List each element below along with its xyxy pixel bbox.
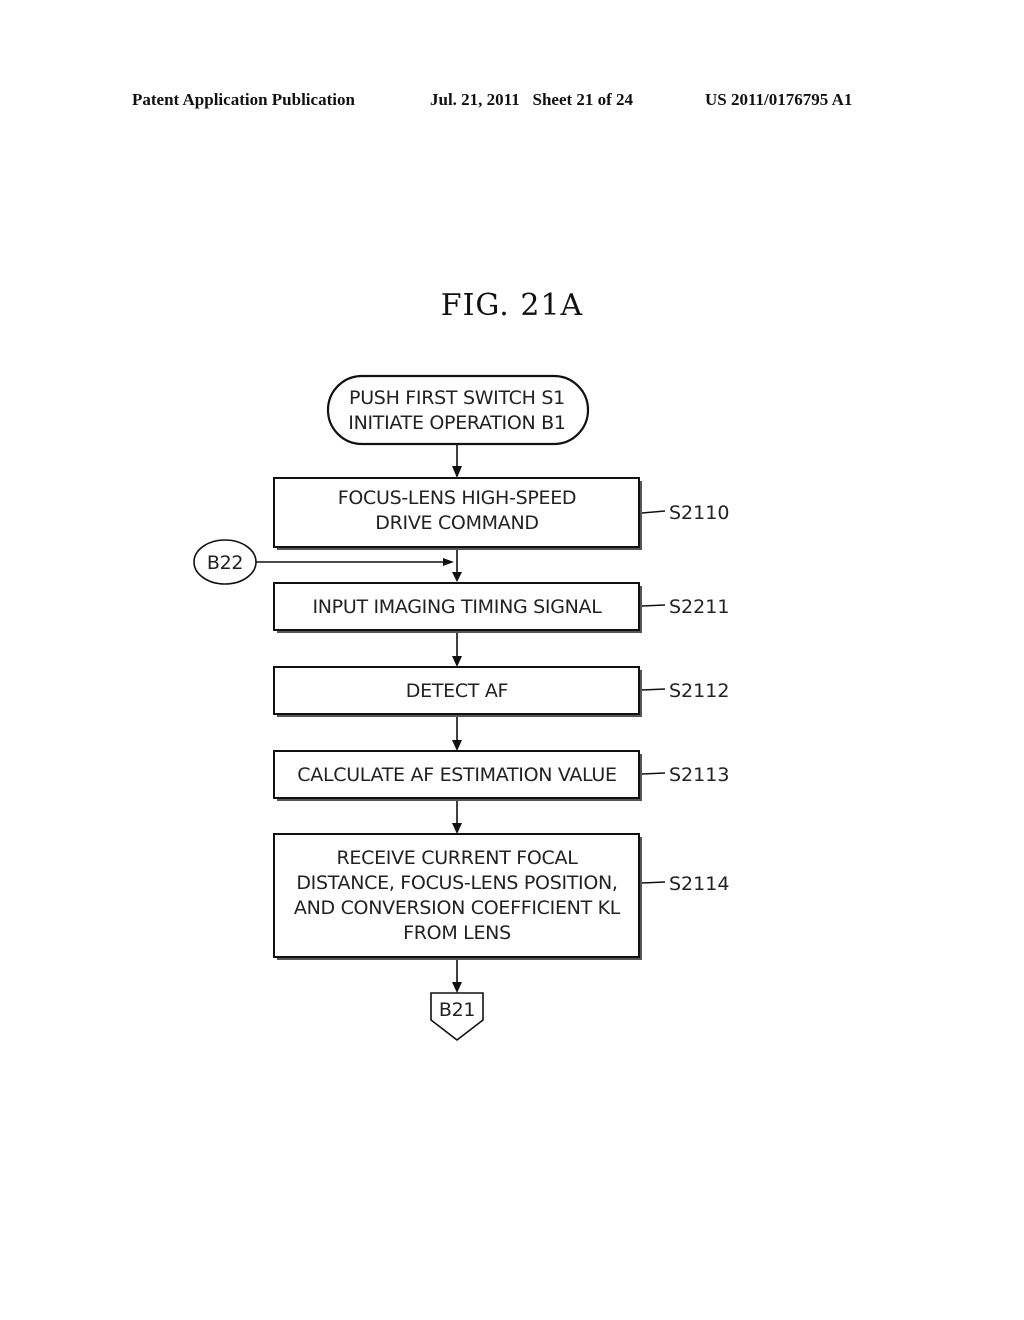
step-S2114-line-2: DISTANCE, FOCUS-LENS POSITION, [296,872,617,894]
arrow-head [452,466,462,478]
leader-line [641,772,666,775]
step-S2113-label: S2113 [669,764,729,786]
step-S2110-label: S2110 [669,502,729,524]
start-line-2: INITIATE OPERATION B1 [348,412,565,434]
arrow-head [452,656,462,667]
leader-line [641,688,666,691]
step-S2114-line-1: RECEIVE CURRENT FOCAL [337,847,579,869]
step-S2114-label: S2114 [669,873,729,895]
step-S2114-line-4: FROM LENS [403,922,511,944]
step-S2114-line-3: AND CONVERSION COEFFICIENT KL [294,897,621,919]
arrow-head [452,982,462,993]
step-S2211-label: S2211 [669,596,729,618]
step-S2113: CALCULATE AF ESTIMATION VALUE S2113 [273,750,729,801]
step-S2110: FOCUS-LENS HIGH-SPEED DRIVE COMMAND S211… [273,477,729,550]
connector-out-label: B21 [439,999,475,1021]
connector-in-label: B22 [207,552,243,574]
step-S2211-line-1: INPUT IMAGING TIMING SIGNAL [312,596,602,618]
connector-out-B21: B21 [430,992,484,1042]
step-S2113-line-1: CALCULATE AF ESTIMATION VALUE [297,764,616,786]
flowchart: PUSH FIRST SWITCH S1 INITIATE OPERATION … [193,374,729,1042]
arrow-head [443,558,454,566]
step-S2114: RECEIVE CURRENT FOCAL DISTANCE, FOCUS-LE… [273,833,729,960]
leader-line [641,881,666,884]
step-S2112: DETECT AF S2112 [273,666,729,717]
step-S2110-line-1: FOCUS-LENS HIGH-SPEED [338,487,577,509]
step-S2112-label: S2112 [669,680,729,702]
step-S2211: INPUT IMAGING TIMING SIGNAL S2211 [273,582,729,633]
leader-line [641,510,666,514]
step-S2110-line-2: DRIVE COMMAND [375,512,538,534]
start-line-1: PUSH FIRST SWITCH S1 [349,387,565,409]
arrow-head [452,740,462,751]
leader-line [641,604,666,607]
start-terminal: PUSH FIRST SWITCH S1 INITIATE OPERATION … [326,374,590,446]
arrow-head [452,572,462,582]
step-S2112-line-1: DETECT AF [406,680,508,702]
arrow-head [452,823,462,834]
